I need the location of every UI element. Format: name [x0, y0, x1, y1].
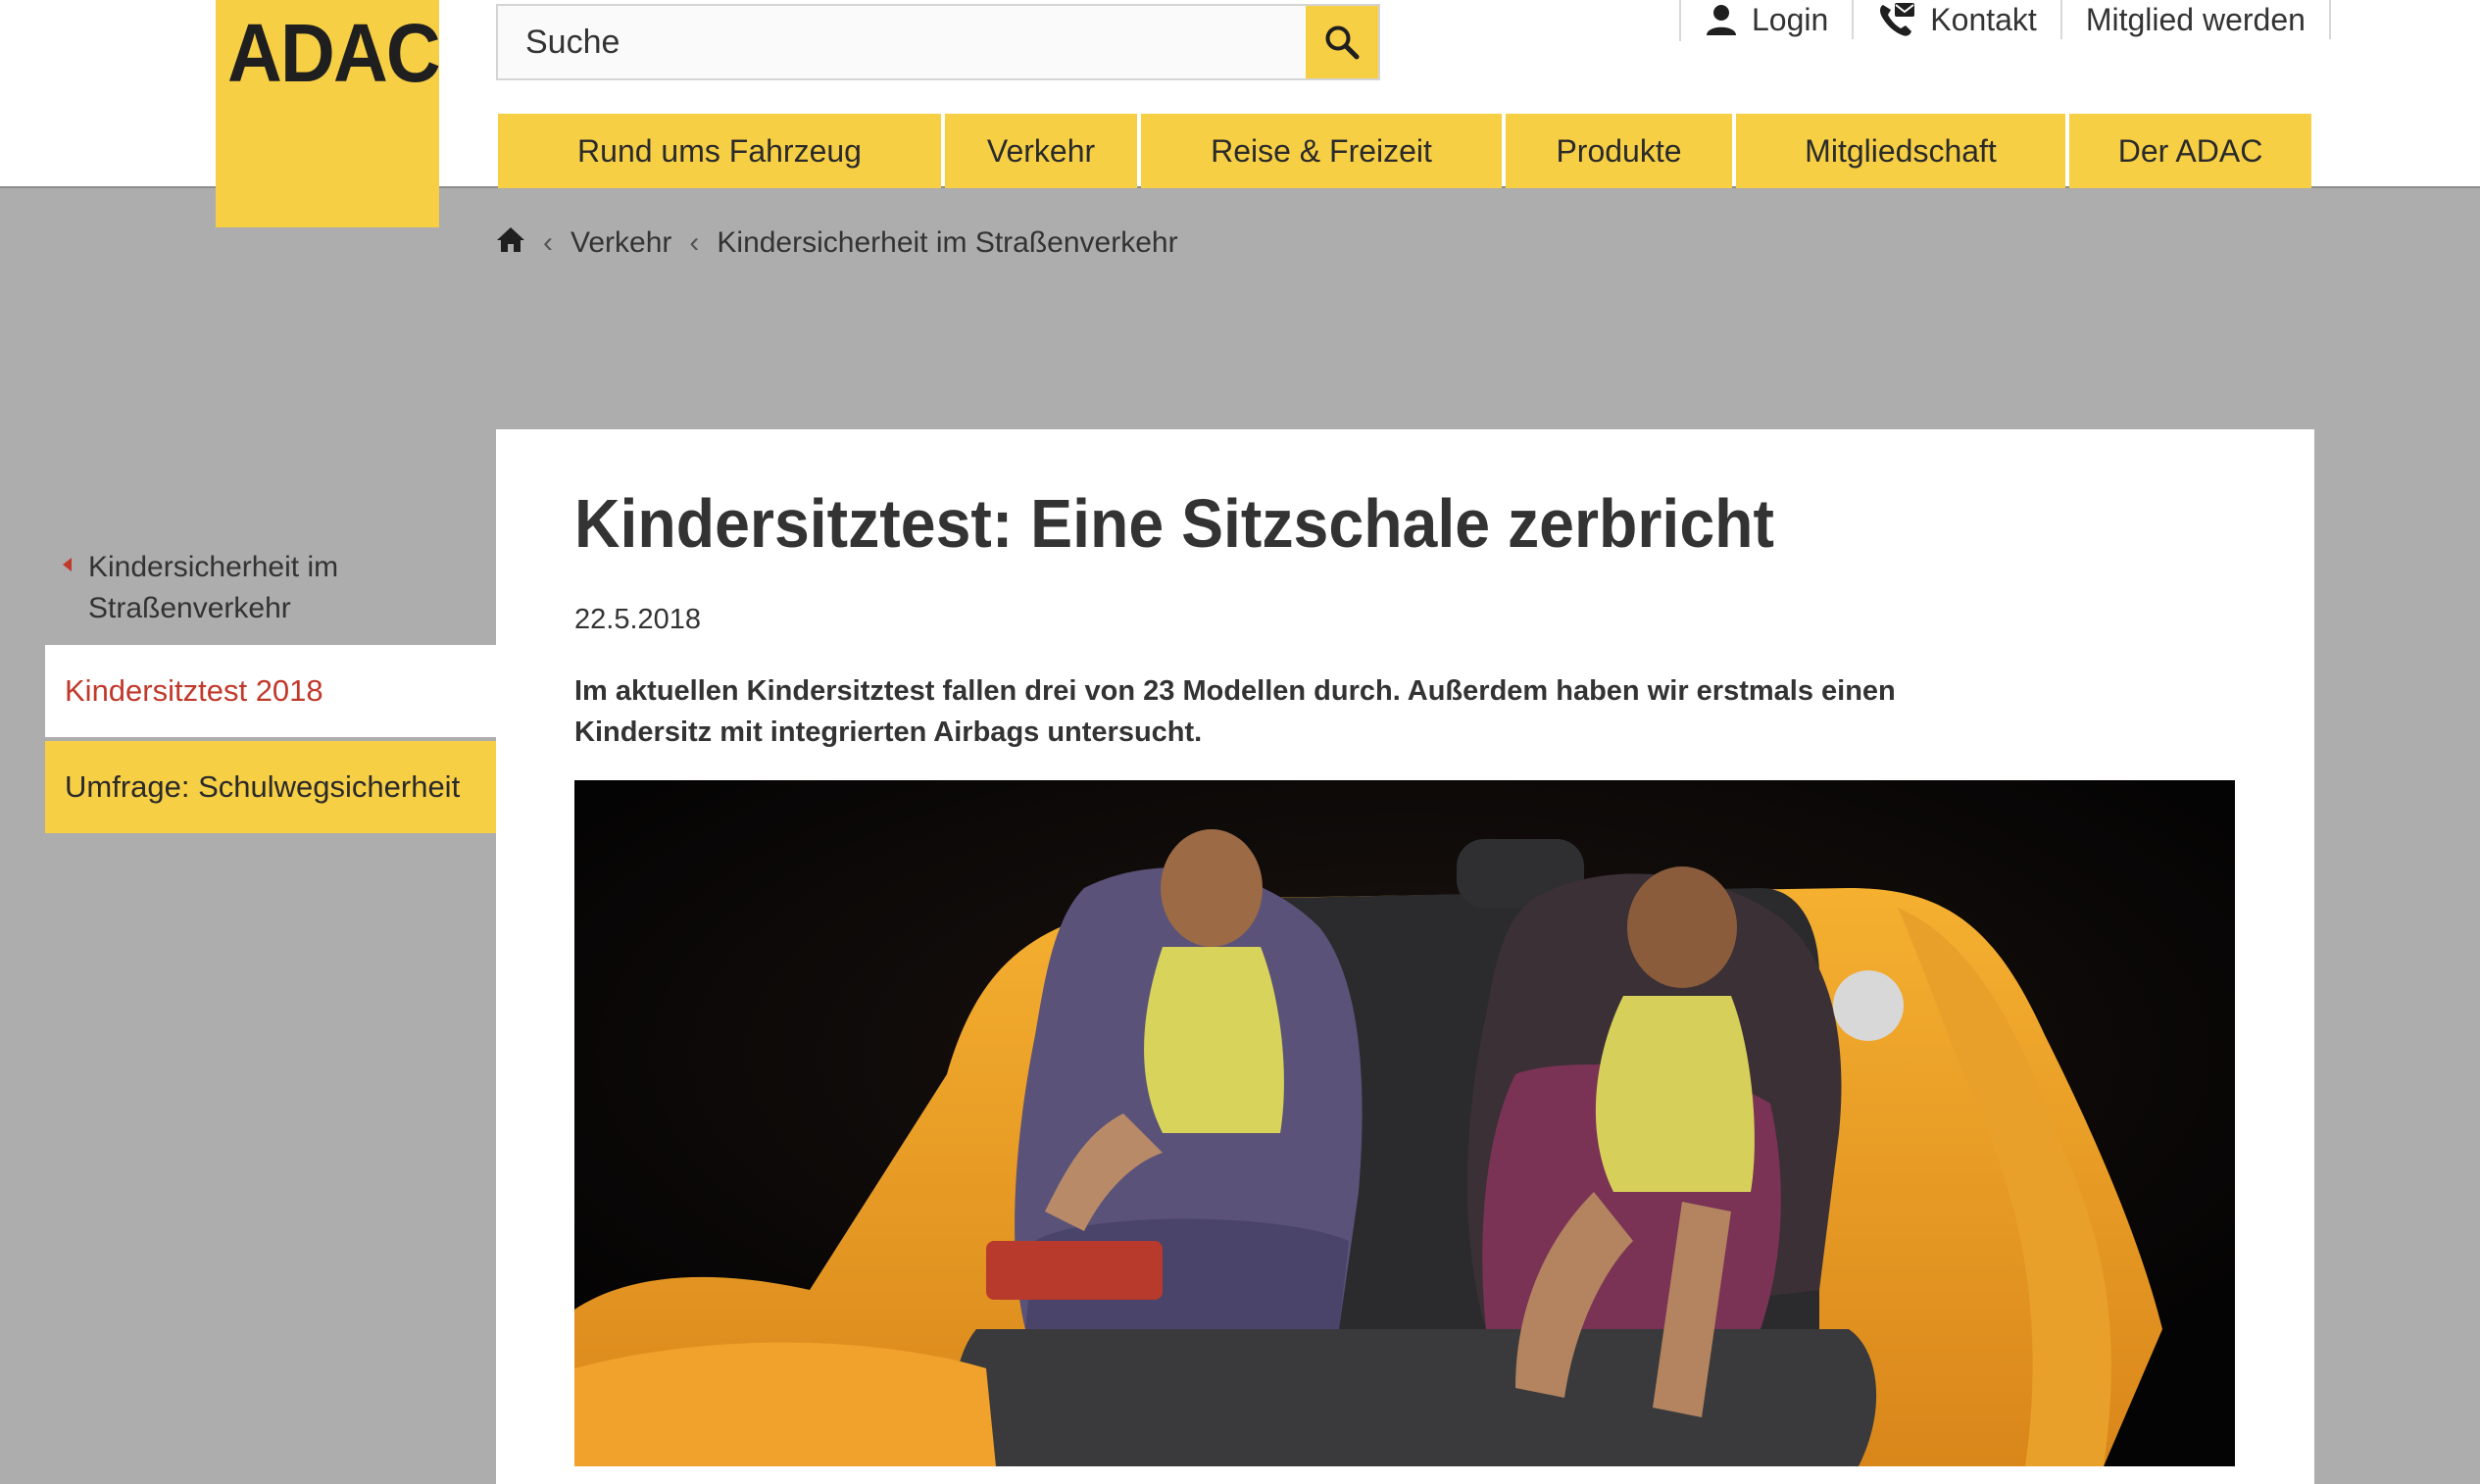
site-header: ADAC Login Kontakt Mitg [0, 0, 2480, 227]
mitglied-werden-label: Mitglied werden [2085, 1, 2306, 37]
nav-rund-ums-fahrzeug[interactable]: Rund ums Fahrzeug [498, 114, 941, 188]
nav-produkte[interactable]: Produkte [1506, 114, 1732, 188]
kontakt-label: Kontakt [1930, 1, 2037, 37]
search-icon [1325, 25, 1360, 60]
home-icon [497, 227, 524, 252]
meta-navigation: Login Kontakt Mitglied werden [1679, 0, 2331, 41]
article-title: Kindersitztest: Eine Sitzschale zerbrich… [574, 485, 1774, 562]
nav-verkehr[interactable]: Verkehr [945, 114, 1137, 188]
login-link[interactable]: Login [1681, 0, 1855, 39]
article-lead: Im aktuellen Kindersitztest fallen drei … [574, 675, 1896, 748]
nav-der-adac[interactable]: Der ADAC [2069, 114, 2311, 188]
search-button[interactable] [1306, 6, 1378, 78]
phone-mail-icon [1880, 3, 1915, 36]
sidebar: Kindersicherheit im Straßenverkehr Kinde… [45, 537, 496, 833]
breadcrumb-verkehr[interactable]: Verkehr [570, 226, 671, 260]
search-box [496, 4, 1380, 80]
sidebar-parent-label: Kindersicherheit im Straßenverkehr [88, 551, 339, 624]
main-navigation: Rund ums Fahrzeug Verkehr Reise & Freize… [498, 114, 2311, 188]
hero-image [574, 780, 2235, 1466]
nav-reise-freizeit[interactable]: Reise & Freizeit [1141, 114, 1502, 188]
sidebar-parent-kindersicherheit[interactable]: Kindersicherheit im Straßenverkehr [45, 537, 496, 637]
search-input[interactable] [498, 6, 1308, 78]
adac-logo[interactable]: ADAC [216, 0, 441, 227]
kontakt-link[interactable]: Kontakt [1854, 0, 2062, 39]
sidebar-item-umfrage-schulwegsicherheit[interactable]: Umfrage: Schulwegsicherheit [45, 741, 496, 833]
breadcrumb-separator-icon: ‹ [543, 226, 553, 259]
user-icon [1707, 5, 1736, 35]
breadcrumb-home[interactable] [496, 225, 525, 261]
login-label: Login [1752, 1, 1829, 37]
back-arrow-icon [63, 558, 72, 571]
nav-mitgliedschaft[interactable]: Mitgliedschaft [1736, 114, 2065, 188]
article-date: 22.5.2018 [574, 604, 702, 635]
logo-text: ADAC [227, 7, 441, 99]
sidebar-item-kindersitztest-2018[interactable]: Kindersitztest 2018 [45, 645, 496, 737]
breadcrumb-kindersicherheit[interactable]: Kindersicherheit im Straßenverkehr [717, 226, 1177, 260]
crash-test-child-seats-image [574, 780, 2235, 1466]
mitglied-werden-link[interactable]: Mitglied werden [2062, 0, 2331, 39]
breadcrumb-separator-icon: ‹ [689, 226, 700, 259]
article-card: Kindersitztest: Eine Sitzschale zerbrich… [496, 429, 2314, 1484]
breadcrumb: ‹ Verkehr ‹ Kindersicherheit im Straßenv… [496, 222, 1178, 265]
